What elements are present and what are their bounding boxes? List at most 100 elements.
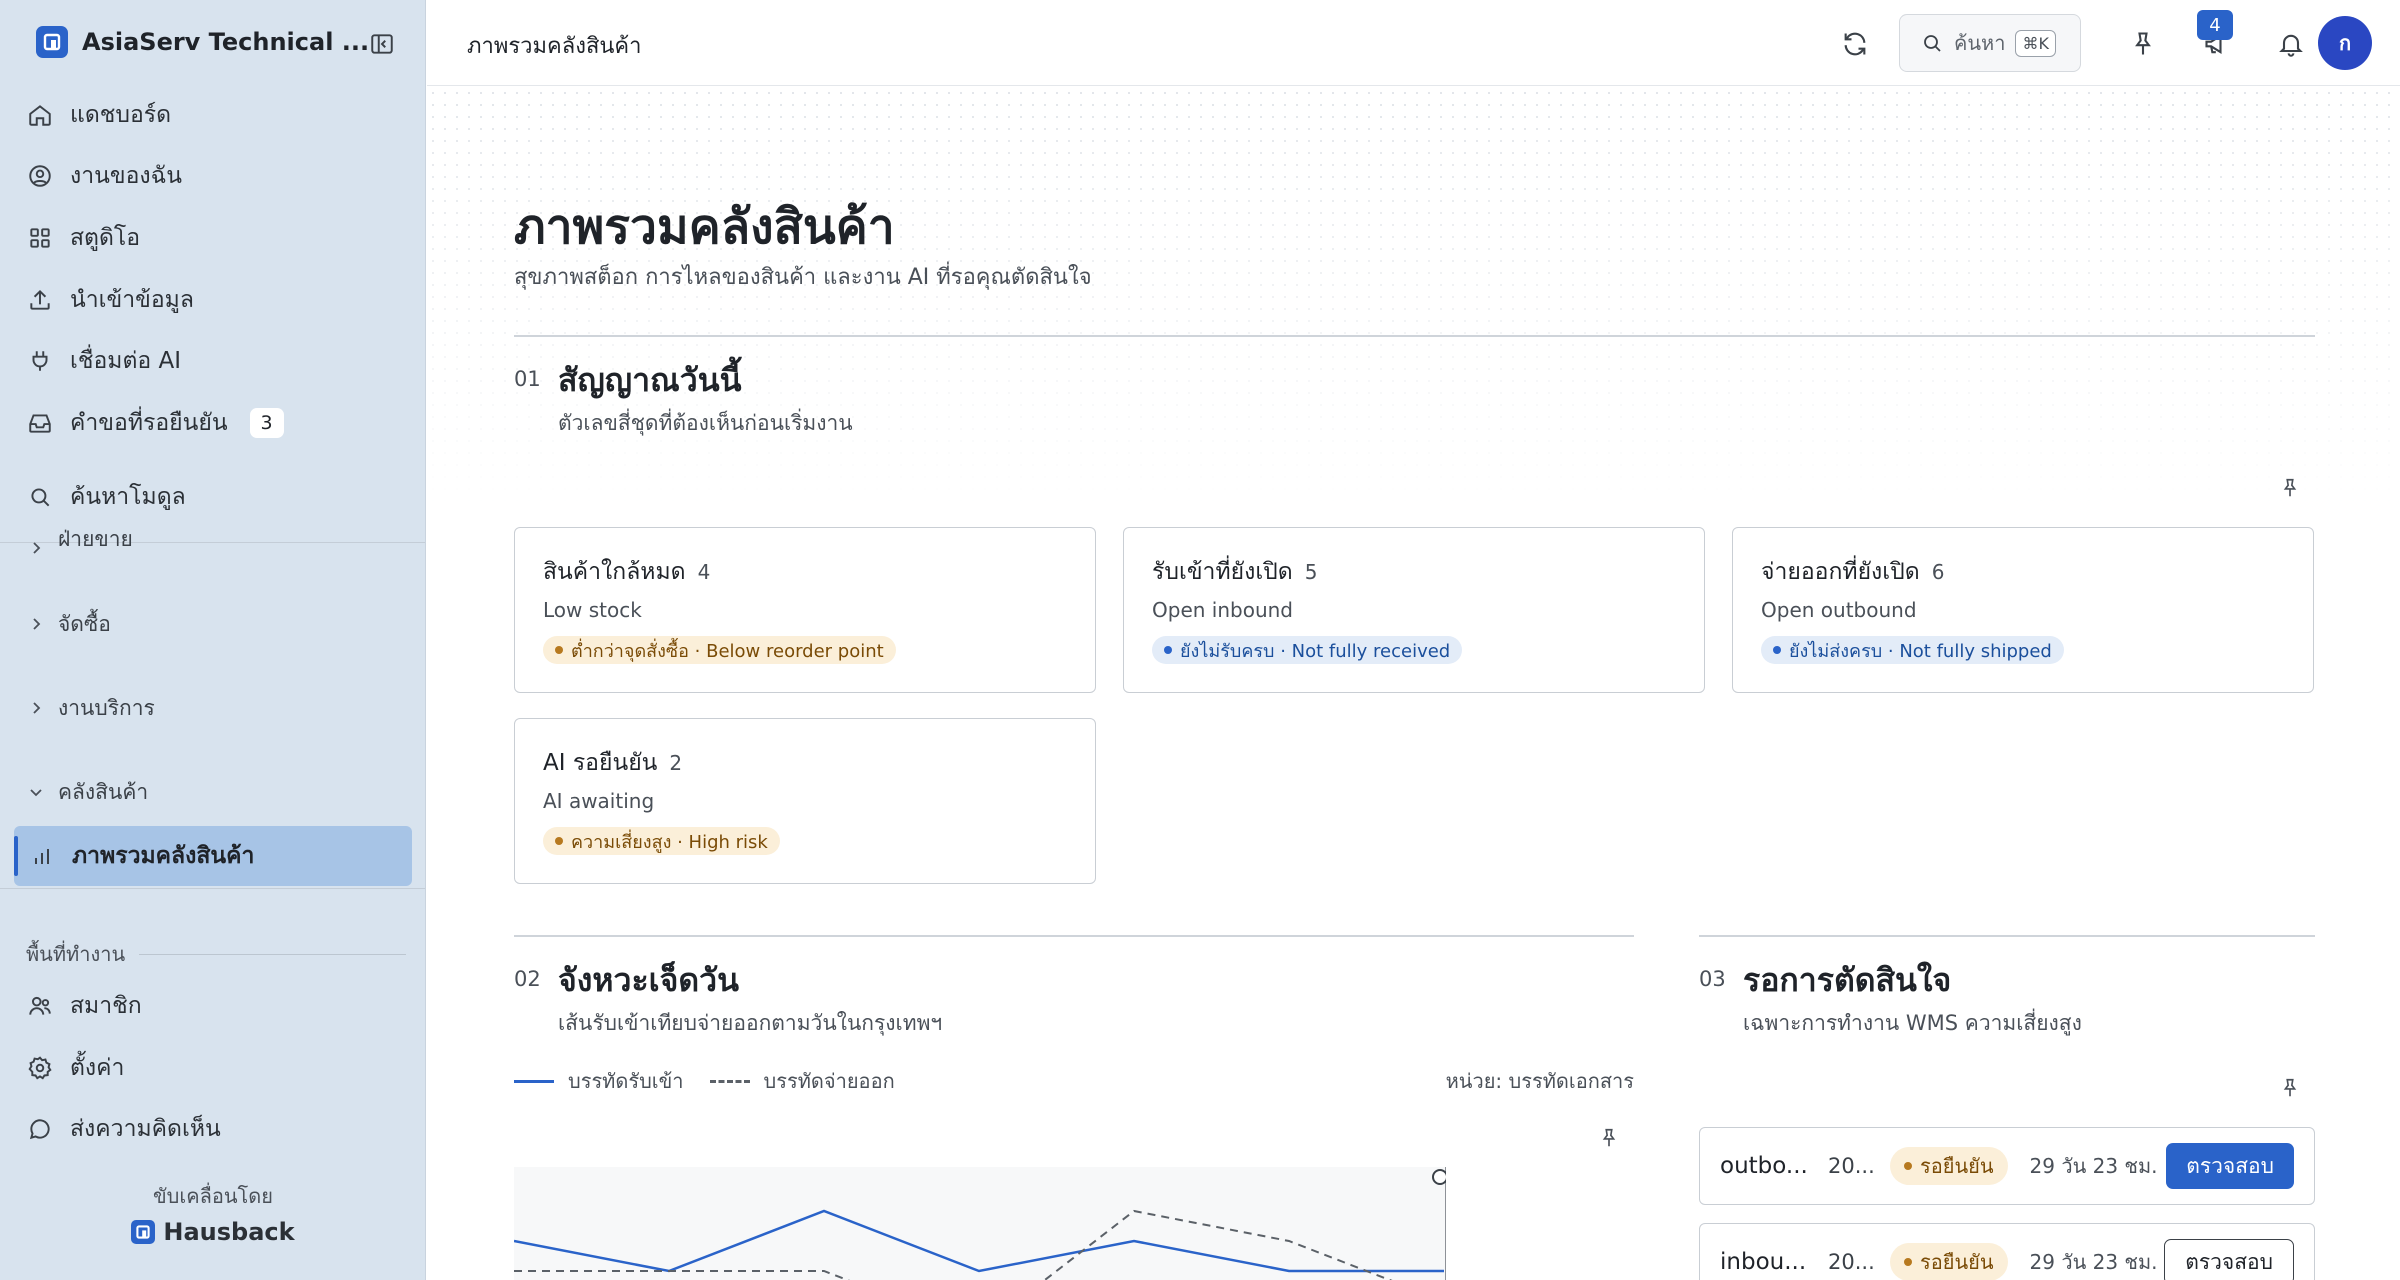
status-dot [1904,1258,1912,1266]
decision-row[interactable]: inbou... 20... รอยืนยัน 29 วัน 23 ชม. ตร… [1699,1223,2315,1280]
pin-icon[interactable] [2276,474,2304,502]
pin-icon[interactable] [1595,1124,1623,1152]
decision-type: inbou... [1720,1249,1807,1275]
status-dot [555,837,563,845]
decision-id: 20... [1828,1250,1875,1274]
sidebar-collapse-icon[interactable] [366,28,398,60]
group-label: ฝ่ายขาย [58,527,133,551]
chip-label: ยังไม่รับครบ · Not fully received [1180,640,1451,662]
gear-icon [26,1054,54,1082]
bell-icon[interactable] [2269,22,2313,66]
section-subtitle: เฉพาะการทำงาน WMS ความเสี่ยงสูง [1743,1011,2082,1035]
card-title: จ่ายออกที่ยังเปิด [1761,559,1920,585]
sidebar-item-pending-requests[interactable]: คำขอที่รอยืนยัน 3 [26,399,406,447]
signal-card-open-outbound[interactable]: จ่ายออกที่ยังเปิด 6 Open outbound ยังไม่ส… [1732,527,2314,693]
sidebar-item-my-work[interactable]: งานของฉัน [26,152,406,200]
brand-name: AsiaServ Technical ... [82,28,370,56]
plug-icon [26,347,54,375]
status-dot [1904,1162,1912,1170]
legend-label: บรรทัดรับเข้า [568,1069,684,1093]
section-title: สัญญาณวันนี้ [558,361,742,399]
chart-unit-label: หน่วย: บรรทัดเอกสาร [1445,1069,1634,1093]
sidebar-group-service[interactable]: งานบริการ [28,688,155,728]
decision-row[interactable]: outbo... 20... รอยืนยัน 29 วัน 23 ชม. ตร… [1699,1127,2315,1205]
card-count: 2 [669,751,683,775]
page-subtitle: สุขภาพสต็อก การไหลของสินค้า และงาน AI ที… [514,265,1092,290]
section-subtitle: เส้นรับเข้าเทียบจ่ายออกตามวันในกรุงเทพฯ [558,1011,943,1035]
sidebar-item-label: คำขอที่รอยืนยัน [70,410,228,436]
section-divider [1699,935,2315,937]
sidebar-item-dashboard[interactable]: แดชบอร์ด [26,91,406,139]
pin-icon[interactable] [2121,22,2165,66]
sidebar-item-studio[interactable]: สตูดิโอ [26,214,406,262]
sidebar-item-warehouse-overview[interactable]: ภาพรวมคลังสินค้า [14,826,412,886]
status-dot [555,646,563,654]
sidebar-item-feedback[interactable]: ส่งความคิดเห็น [26,1105,406,1153]
search-shortcut: ⌘K [2015,29,2056,57]
signal-card-ai-awaiting[interactable]: AI รอยืนยัน 2 AI awaiting ความเสี่ยงสูง ·… [514,718,1096,884]
status-chip: ความเสี่ยงสูง · High risk [543,827,780,855]
sidebar-item-label: สตูดิโอ [70,225,141,251]
search-label: ค้นหา [1954,31,2006,55]
chevron-right-icon [33,618,41,630]
pending-count-badge: 3 [249,408,284,438]
sidebar-item-label: เชื่อมต่อ AI [70,348,182,374]
status-dot [1773,646,1781,654]
sidebar: AsiaServ Technical ... แดชบอร์ด งานของฉั… [0,0,426,1280]
user-circle-icon [26,162,54,190]
avatar[interactable]: ก [2318,16,2372,70]
workspace-title-text: พื้นที่ทำงาน [26,942,126,966]
sidebar-group-warehouse[interactable]: คลังสินค้า [28,772,148,812]
status-chip: ยังไม่รับครบ · Not fully received [1152,636,1463,664]
decision-type: outbo... [1720,1153,1808,1179]
signal-card-open-inbound[interactable]: รับเข้าที่ยังเปิด 5 Open inbound ยังไม่รั… [1123,527,1705,693]
breadcrumb: ภาพรวมคลังสินค้า [467,34,642,59]
section-title: รอการตัดสินใจ [1743,961,1952,999]
brand[interactable]: AsiaServ Technical ... [36,26,369,58]
search-icon [1924,35,1941,52]
review-button[interactable]: ตรวจสอบ [2166,1143,2294,1189]
chevron-right-icon [33,542,41,554]
powered-by-brand[interactable]: Hausback [0,1218,425,1246]
sidebar-item-members[interactable]: สมาชิก [26,982,406,1030]
brand-logo-icon [36,26,68,58]
workspace-section-title: พื้นที่ทำงาน [26,938,406,970]
powered-brand-name: Hausback [163,1218,295,1246]
chevron-right-icon [33,702,41,714]
decision-age: 29 วัน 23 ชม. [2029,1154,2158,1178]
status-label: รอยืนยัน [1920,1250,1994,1274]
chat-icon [26,1115,54,1143]
review-button[interactable]: ตรวจสอบ [2164,1239,2294,1280]
chevron-down-icon [30,789,42,797]
card-count: 5 [1304,560,1318,584]
sidebar-search-module[interactable]: ค้นหาโมดูล [26,473,406,521]
upload-icon [26,286,54,314]
sidebar-item-import[interactable]: นำเข้าข้อมูล [26,276,406,324]
sidebar-group-sales[interactable]: ฝ่ายขาย [28,526,133,556]
chart-plot-area [514,1167,1446,1280]
legend-item-inbound[interactable]: บรรทัดรับเข้า [514,1065,684,1097]
sidebar-item-label: แดชบอร์ด [70,102,172,128]
search-icon [26,483,54,511]
card-subtitle: Open inbound [1152,598,1293,622]
main-content: ภาพรวมคลังสินค้า สุขภาพสต็อก การไหลของสิ… [427,87,2400,1280]
announcement-badge: 4 [2197,10,2233,40]
bar-chart-icon [35,849,49,864]
card-subtitle: Open outbound [1761,598,1917,622]
chip-label: ต่ำกว่าจุดสั่งซื้อ · Below reorder point [571,640,884,662]
sidebar-item-connect-ai[interactable]: เชื่อมต่อ AI [26,337,406,385]
legend-item-outbound[interactable]: บรรทัดจ่ายออก [709,1065,895,1097]
chart-hover-point [1432,1169,1446,1185]
status-chip: ยังไม่ส่งครบ · Not fully shipped [1761,636,2064,664]
pin-icon[interactable] [2276,1074,2304,1102]
section-divider [514,935,1634,937]
page-title: ภาพรวมคลังสินค้า [514,199,895,255]
card-subtitle: Low stock [543,598,642,622]
section-number: 01 [514,367,541,391]
global-search[interactable]: ค้นหา ⌘K [1899,14,2081,72]
sidebar-item-settings[interactable]: ตั้งค่า [26,1044,406,1092]
sidebar-group-purchasing[interactable]: จัดซื้อ [28,604,111,644]
signal-card-low-stock[interactable]: สินค้าใกล้หมด 4 Low stock ต่ำกว่าจุดสั่งซ… [514,527,1096,693]
refresh-icon[interactable] [1833,22,1877,66]
hausback-logo-icon [131,1220,156,1244]
